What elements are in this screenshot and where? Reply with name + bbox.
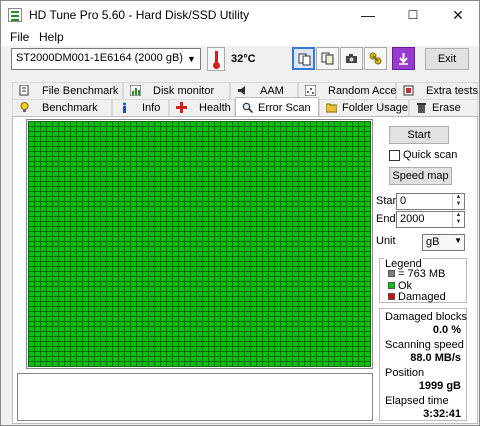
lightbulb-icon — [20, 102, 29, 112]
copy-icon — [298, 53, 311, 66]
elapsed-time-label: Elapsed time — [385, 395, 449, 407]
temperature-value: 32°C — [231, 53, 256, 65]
screenshot-button[interactable] — [340, 47, 363, 70]
folder-icon — [326, 103, 337, 113]
tab-label: AAM — [260, 85, 284, 97]
tab-label: Error Scan — [258, 102, 311, 114]
gray-swatch-icon — [388, 270, 395, 277]
chevron-down-icon: ▼ — [187, 54, 196, 64]
start-input[interactable]: 0 ▲ ▼ — [396, 193, 465, 210]
wrench-icon — [369, 52, 382, 65]
damaged-blocks-value: 0.0 % — [432, 324, 461, 336]
app-icon — [8, 8, 22, 22]
drive-select[interactable]: ST2000DM001-1E6164 (2000 gB) ▼ — [11, 48, 201, 70]
scanning-speed-value: 88.0 MB/s — [410, 352, 461, 364]
end-label: End — [376, 213, 396, 225]
trash-icon — [417, 103, 426, 113]
tab-benchmark[interactable]: Benchmark — [12, 99, 112, 116]
monitor-chart-icon — [130, 85, 141, 96]
scanning-speed-label: Scanning speed — [385, 339, 464, 351]
tab-health[interactable]: Health — [169, 99, 235, 116]
toolbar: ST2000DM001-1E6164 (2000 gB) ▼ 32°C Exit — [1, 46, 479, 74]
close-button[interactable]: ✕ — [437, 1, 479, 29]
tab-info[interactable]: Info — [112, 99, 169, 116]
tab-disk-monitor[interactable]: Disk monitor — [123, 82, 230, 99]
tab-label: Health — [199, 102, 231, 114]
block-map-frame — [26, 119, 373, 369]
quick-scan-checkbox[interactable] — [389, 150, 400, 161]
spinner-arrows-icon[interactable]: ▲ ▼ — [452, 212, 464, 227]
green-swatch-icon — [388, 282, 395, 289]
error-scan-panel: Start Quick scan Speed map Start 0 ▲ ▼ En… — [12, 116, 478, 424]
minimize-button[interactable]: — — [347, 1, 389, 29]
tab-label: Extra tests — [426, 85, 478, 97]
magnifier-icon — [242, 102, 253, 113]
end-input-value: 2000 — [400, 213, 425, 225]
damaged-blocks-label: Damaged blocks — [385, 311, 467, 323]
download-button[interactable] — [392, 47, 415, 70]
chevron-down-icon: ▼ — [454, 236, 462, 245]
tab-label: Folder Usage — [342, 102, 409, 114]
window-title: HD Tune Pro 5.60 - Hard Disk/SSD Utility — [29, 8, 250, 22]
start-button[interactable]: Start — [389, 126, 449, 144]
tab-label: Disk monitor — [153, 85, 215, 97]
stats-box: Damaged blocks 0.0 % Scanning speed 88.0… — [379, 308, 467, 421]
menu-help[interactable]: Help — [39, 30, 64, 44]
drive-select-value: ST2000DM001-1E6164 (2000 gB) — [16, 52, 183, 64]
menu-file-label: File — [10, 30, 30, 44]
end-input[interactable]: 2000 ▲ ▼ — [396, 211, 465, 228]
unit-select-value: gB — [426, 236, 440, 248]
camera-icon — [346, 54, 357, 63]
menu-file[interactable]: File — [10, 30, 29, 44]
legend-block-size: = 763 MB — [398, 268, 446, 280]
copy-info-button[interactable] — [292, 47, 315, 70]
menu-bar: File Help — [1, 29, 479, 46]
info-icon — [123, 102, 126, 113]
elapsed-time-value: 3:32:41 — [423, 408, 461, 420]
red-swatch-icon — [388, 293, 395, 300]
copy-all-button[interactable] — [316, 47, 339, 70]
tab-label: Benchmark — [42, 102, 98, 114]
tab-label: Erase — [432, 102, 461, 114]
tab-file-benchmark[interactable]: File Benchmark — [12, 82, 123, 99]
tab-erase[interactable]: Erase — [409, 99, 478, 116]
maximize-button[interactable]: ☐ — [392, 1, 434, 29]
legend-damaged: Damaged — [398, 291, 446, 303]
tab-label: File Benchmark — [42, 85, 119, 97]
spinner-arrows-icon[interactable]: ▲ ▼ — [452, 194, 464, 209]
options-button[interactable] — [364, 47, 387, 70]
scan-log[interactable] — [17, 373, 373, 421]
file-benchmark-icon — [19, 85, 29, 96]
quick-scan-label: Quick scan — [403, 149, 458, 161]
app-window: HD Tune Pro 5.60 - Hard Disk/SSD Utility… — [0, 0, 480, 426]
position-label: Position — [385, 367, 425, 379]
thermometer-icon — [207, 47, 225, 71]
tab-row-bottom: Benchmark Info Health Error Scan Folder … — [12, 97, 478, 116]
block-map — [28, 121, 371, 367]
speed-map-button[interactable]: Speed map — [389, 167, 452, 185]
unit-select[interactable]: gB ▼ — [422, 234, 465, 251]
extra-tests-icon — [403, 85, 414, 96]
exit-button[interactable]: Exit — [425, 48, 469, 70]
position-value: 1999 gB — [418, 380, 461, 392]
tab-label: Info — [142, 102, 161, 114]
tab-error-scan[interactable]: Error Scan — [235, 97, 319, 116]
tab-folder-usage[interactable]: Folder Usage — [319, 99, 409, 116]
unit-label: Unit — [376, 235, 396, 247]
grid-chart-icon — [305, 85, 316, 96]
health-cross-icon — [176, 102, 187, 113]
legend-box: Legend = 763 MB Ok Damaged — [379, 258, 467, 303]
start-input-value: 0 — [400, 195, 407, 207]
title-bar[interactable]: HD Tune Pro 5.60 - Hard Disk/SSD Utility… — [1, 1, 479, 29]
speaker-icon — [238, 86, 245, 95]
download-arrow-icon — [399, 53, 408, 65]
menu-help-label: Help — [39, 30, 64, 44]
tab-extra-tests[interactable]: Extra tests — [396, 82, 478, 99]
documents-icon — [321, 52, 334, 65]
